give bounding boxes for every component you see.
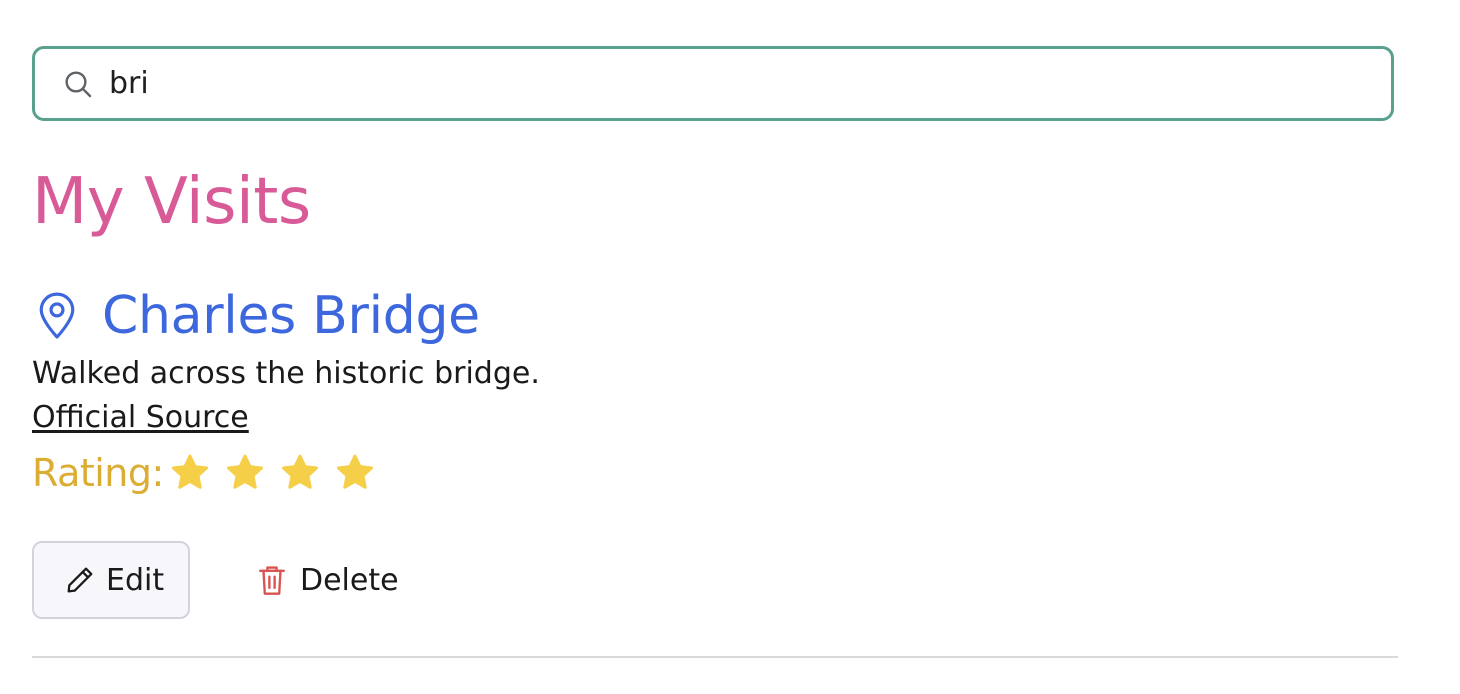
edit-button[interactable]: Edit bbox=[32, 541, 190, 619]
rating: Rating: bbox=[32, 448, 388, 498]
visit-description: Walked across the historic bridge. bbox=[32, 356, 540, 391]
search-bar[interactable] bbox=[32, 46, 1394, 121]
visit-header: Charles Bridge bbox=[34, 284, 480, 348]
pencil-icon bbox=[64, 564, 96, 596]
delete-label: Delete bbox=[300, 562, 399, 598]
divider bbox=[32, 656, 1398, 658]
official-source-link[interactable]: Official Source bbox=[32, 398, 249, 438]
star-icon bbox=[278, 451, 322, 495]
edit-label: Edit bbox=[106, 562, 165, 598]
visit-title: Charles Bridge bbox=[102, 286, 480, 346]
search-input[interactable] bbox=[109, 66, 1309, 101]
star-icon bbox=[223, 451, 267, 495]
trash-icon bbox=[256, 563, 288, 597]
star-icon bbox=[333, 451, 377, 495]
map-pin-icon bbox=[34, 289, 80, 343]
rating-label: Rating: bbox=[32, 451, 164, 495]
delete-button[interactable]: Delete bbox=[240, 541, 415, 619]
page-title: My Visits bbox=[32, 165, 311, 239]
page: My Visits Charles Bridge Walked across t… bbox=[0, 0, 1460, 694]
search-icon bbox=[61, 67, 95, 101]
rating-stars bbox=[168, 451, 388, 495]
star-icon bbox=[168, 451, 212, 495]
